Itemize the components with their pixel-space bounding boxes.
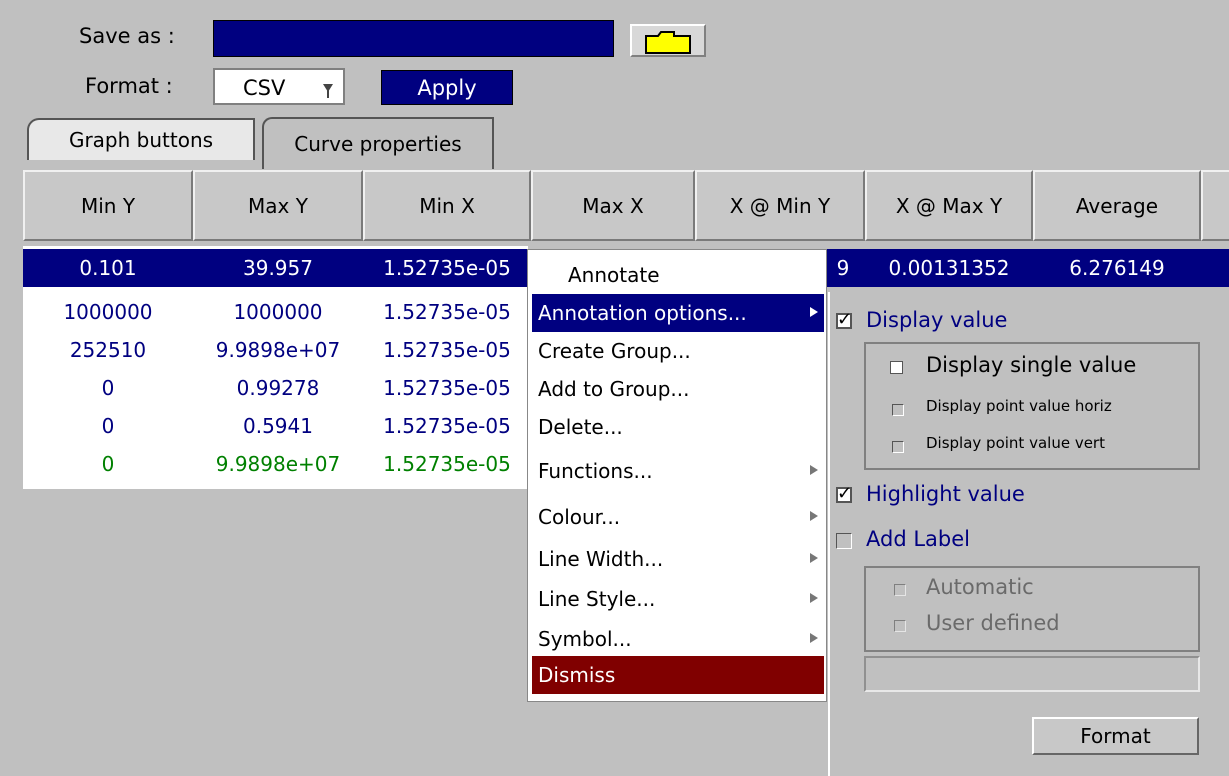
menu-item-label: Functions... [538, 459, 653, 483]
cell-max-y: 0.99278 [236, 376, 320, 400]
cell-min-y: 0 [101, 376, 115, 400]
display-point-value-vert-checkbox[interactable] [892, 441, 904, 453]
menu-item-annotate[interactable]: Annotate [532, 256, 824, 294]
add-label-checkbox[interactable] [836, 533, 852, 549]
cell-max-y: 0.5941 [243, 414, 313, 438]
format-label: Format : [85, 74, 173, 98]
cell-min-x: 1.52735e-05 [383, 414, 511, 438]
cell-x-at-max-y: 0.00131352 [888, 256, 1010, 280]
submenu-arrow-icon [810, 307, 818, 317]
add-label-label: Add Label [866, 527, 970, 551]
dropdown-arrow-icon [323, 84, 333, 98]
display-point-value-horiz-checkbox[interactable] [892, 404, 904, 416]
menu-item-line-style[interactable]: Line Style... [532, 580, 824, 618]
submenu-arrow-icon [810, 465, 818, 475]
column-header-x-at-max-y[interactable]: X @ Max Y [865, 170, 1033, 241]
cell-min-y: 0.101 [79, 256, 137, 280]
column-header-min-y[interactable]: Min Y [23, 170, 193, 241]
automatic-label: Automatic [926, 575, 1034, 599]
cell-x-at-min-y: 9 [836, 256, 850, 280]
format-select[interactable]: CSV [213, 68, 345, 105]
cell-average: 6.276149 [1069, 256, 1165, 280]
cell-min-x: 1.52735e-05 [383, 300, 511, 324]
user-defined-checkbox[interactable] [894, 620, 906, 632]
cell-max-y: 9.9898e+07 [215, 452, 341, 476]
display-value-label: Display value [866, 308, 1008, 332]
context-menu: Annotate Annotation options... Create Gr… [527, 249, 827, 702]
cell-min-y: 252510 [69, 338, 147, 362]
submenu-arrow-icon [810, 553, 818, 563]
cell-min-x: 1.52735e-05 [383, 376, 511, 400]
menu-item-colour[interactable]: Colour... [532, 498, 824, 536]
display-value-checkbox[interactable] [836, 309, 852, 330]
cell-min-y: 0 [101, 452, 115, 476]
menu-item-create-group[interactable]: Create Group... [532, 332, 824, 370]
submenu-arrow-icon [810, 633, 818, 643]
column-header-max-y[interactable]: Max Y [193, 170, 363, 241]
format-button[interactable]: Format [1032, 717, 1199, 755]
tab-curve-properties[interactable]: Curve properties [262, 117, 494, 169]
column-header-x-at-min-y[interactable]: X @ Min Y [695, 170, 865, 241]
display-single-value-label: Display single value [926, 353, 1137, 377]
apply-button[interactable]: Apply [381, 70, 513, 105]
table-header: Min Y Max Y Min X Max X X @ Min Y X @ Ma… [23, 170, 1229, 241]
folder-icon [645, 31, 691, 54]
column-header-max-x[interactable]: Max X [531, 170, 695, 241]
tab-graph-buttons[interactable]: Graph buttons [27, 118, 255, 160]
menu-item-annotation-options[interactable]: Annotation options... [532, 294, 824, 332]
cell-min-x: 1.52735e-05 [383, 256, 511, 280]
menu-item-label: Line Style... [538, 587, 656, 611]
column-header-min-x[interactable]: Min X [363, 170, 531, 241]
menu-item-symbol[interactable]: Symbol... [532, 620, 824, 658]
highlight-value-label: Highlight value [866, 482, 1025, 506]
cell-min-y: 0 [101, 414, 115, 438]
menu-item-label: Colour... [538, 505, 621, 529]
submenu-arrow-icon [810, 593, 818, 603]
submenu-arrow-icon [810, 511, 818, 521]
display-point-value-vert-label: Display point value vert [926, 434, 1105, 452]
cell-max-y: 1000000 [233, 300, 323, 324]
cell-min-x: 1.52735e-05 [383, 452, 511, 476]
save-as-input[interactable] [213, 20, 614, 57]
cell-min-y: 1000000 [63, 300, 153, 324]
label-text-input[interactable] [864, 656, 1200, 692]
automatic-checkbox[interactable] [894, 584, 906, 596]
menu-item-add-to-group[interactable]: Add to Group... [532, 370, 824, 408]
cell-min-x: 1.52735e-05 [383, 338, 511, 362]
format-select-value: CSV [243, 76, 286, 100]
browse-folder-button[interactable] [630, 24, 706, 57]
display-single-value-checkbox[interactable] [890, 361, 903, 374]
save-as-label: Save as : [79, 24, 175, 48]
cell-max-y: 39.957 [243, 256, 313, 280]
menu-item-label: Annotation options... [538, 301, 747, 325]
highlight-value-checkbox[interactable] [836, 483, 852, 504]
cell-max-y: 9.9898e+07 [215, 338, 341, 362]
display-point-value-horiz-label: Display point value horiz [926, 397, 1112, 415]
menu-item-dismiss[interactable]: Dismiss [532, 656, 824, 694]
menu-item-functions[interactable]: Functions... [532, 452, 824, 490]
column-header-average[interactable]: Average [1033, 170, 1201, 241]
column-header-extra[interactable] [1201, 170, 1229, 241]
menu-item-line-width[interactable]: Line Width... [532, 540, 824, 578]
menu-item-label: Line Width... [538, 547, 664, 571]
menu-item-delete[interactable]: Delete... [532, 408, 824, 446]
user-defined-label: User defined [926, 611, 1060, 635]
menu-item-label: Symbol... [538, 627, 632, 651]
